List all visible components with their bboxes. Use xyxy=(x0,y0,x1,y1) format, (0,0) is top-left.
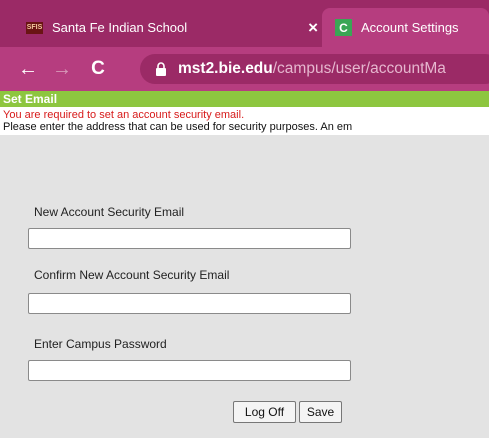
address-bar[interactable]: mst2.bie.edu/campus/user/accountMa xyxy=(140,54,489,84)
error-message: You are required to set an account secur… xyxy=(3,109,245,121)
password-field[interactable] xyxy=(28,360,351,381)
notice-area: You are required to set an account secur… xyxy=(0,107,489,135)
reload-icon[interactable]: C xyxy=(84,59,112,79)
sfis-favicon-icon: SFIS xyxy=(26,21,43,34)
tab-title: Account Settings xyxy=(361,20,459,35)
forward-arrow-icon[interactable]: → xyxy=(48,59,76,79)
log-off-button[interactable]: Log Off xyxy=(233,401,296,423)
back-arrow-icon[interactable]: ← xyxy=(14,59,42,79)
new-email-label: New Account Security Email xyxy=(34,205,185,219)
campus-favicon-icon: C xyxy=(335,19,352,36)
save-button[interactable]: Save xyxy=(299,401,342,423)
close-tab-icon[interactable]: × xyxy=(308,18,318,38)
tab-santa-fe-indian-school[interactable]: SFIS Santa Fe Indian School × xyxy=(20,8,325,47)
tab-title: Santa Fe Indian School xyxy=(52,20,188,35)
page-content: Set Email You are required to set an acc… xyxy=(0,91,489,438)
confirm-email-label: Confirm New Account Security Email xyxy=(34,268,230,282)
lock-icon xyxy=(156,62,166,76)
confirm-email-field[interactable] xyxy=(28,293,351,314)
url-host: mst2.bie.edu xyxy=(178,60,273,77)
tab-account-settings[interactable]: C Account Settings xyxy=(322,8,489,47)
new-email-field[interactable] xyxy=(28,228,351,249)
url-text: mst2.bie.edu/campus/user/accountMa xyxy=(178,60,446,78)
info-message: Please enter the address that can be use… xyxy=(3,121,353,133)
browser-toolbar: ← → C mst2.bie.edu/campus/user/accountMa xyxy=(0,47,489,91)
browser-tab-strip: SFIS Santa Fe Indian School × C Account … xyxy=(0,0,489,47)
url-path: /campus/user/accountMa xyxy=(272,60,446,77)
password-label: Enter Campus Password xyxy=(34,337,167,351)
page-title: Set Email xyxy=(0,91,489,107)
